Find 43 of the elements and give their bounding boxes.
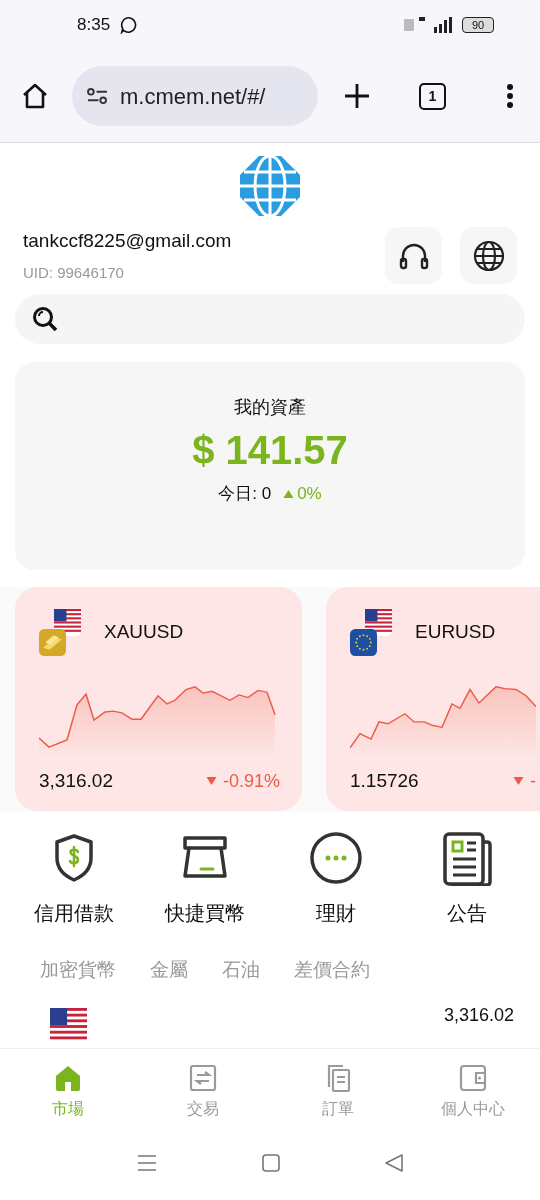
more-icon (307, 830, 364, 886)
account-email: tankccf8225@gmail.com (23, 229, 232, 253)
plus-icon[interactable] (344, 83, 370, 109)
shortcut-item[interactable]: 公告 (401, 830, 532, 928)
assets-title: 我的資產 (234, 396, 306, 419)
assets-amount: $ 141.57 (192, 427, 348, 474)
shortcut-item[interactable]: 信用借款 (8, 830, 139, 928)
assets-change: 0% (297, 483, 322, 505)
url-text: m.cmem.net/#/ (120, 82, 266, 111)
status-time: 8:35 (77, 14, 111, 37)
globe-logo (239, 155, 301, 217)
symbol-price: 1.15726 (350, 769, 419, 793)
more-menu-icon[interactable] (506, 83, 514, 109)
symbol-change: -0.91% (222, 769, 280, 793)
wallet-icon (457, 1063, 488, 1093)
site-settings-icon[interactable] (86, 87, 109, 105)
globe-icon (472, 239, 505, 272)
tab-count-button[interactable]: 1 (419, 82, 446, 110)
back-icon[interactable] (385, 1154, 403, 1172)
search-field[interactable] (15, 294, 525, 344)
account-uid: UID: 99646170 (23, 262, 125, 283)
market-card[interactable]: XAUUSD 3,316.02 -0.91% (15, 587, 302, 811)
symbol-price: 3,316.02 (39, 769, 113, 793)
chat-icon (120, 16, 139, 34)
list-price: 3,316.02 (443, 1004, 514, 1027)
symbol-name: EURUSD (415, 619, 496, 644)
exchange-icon (187, 1063, 218, 1093)
language-button[interactable] (460, 227, 517, 284)
market-card[interactable]: EURUSD 1.15726 - (326, 587, 540, 811)
today-profit: 今日: 0 (218, 483, 272, 505)
ingot-icon (39, 629, 66, 656)
support-button[interactable] (385, 227, 442, 284)
shortcut-item[interactable]: 快捷買幣 (139, 830, 270, 928)
eu-flag-icon (350, 629, 377, 656)
battery-icon: 90 (462, 17, 494, 33)
menu-icon[interactable] (137, 1154, 157, 1172)
search-icon (32, 306, 58, 332)
shortcut-item[interactable]: 理財 (270, 830, 401, 928)
symbol-name: XAUUSD (104, 619, 184, 644)
signal-icon (404, 16, 454, 34)
address-bar[interactable]: m.cmem.net/#/ (72, 66, 318, 126)
symbol-change: - (530, 769, 536, 793)
home-square-icon[interactable] (262, 1154, 280, 1172)
